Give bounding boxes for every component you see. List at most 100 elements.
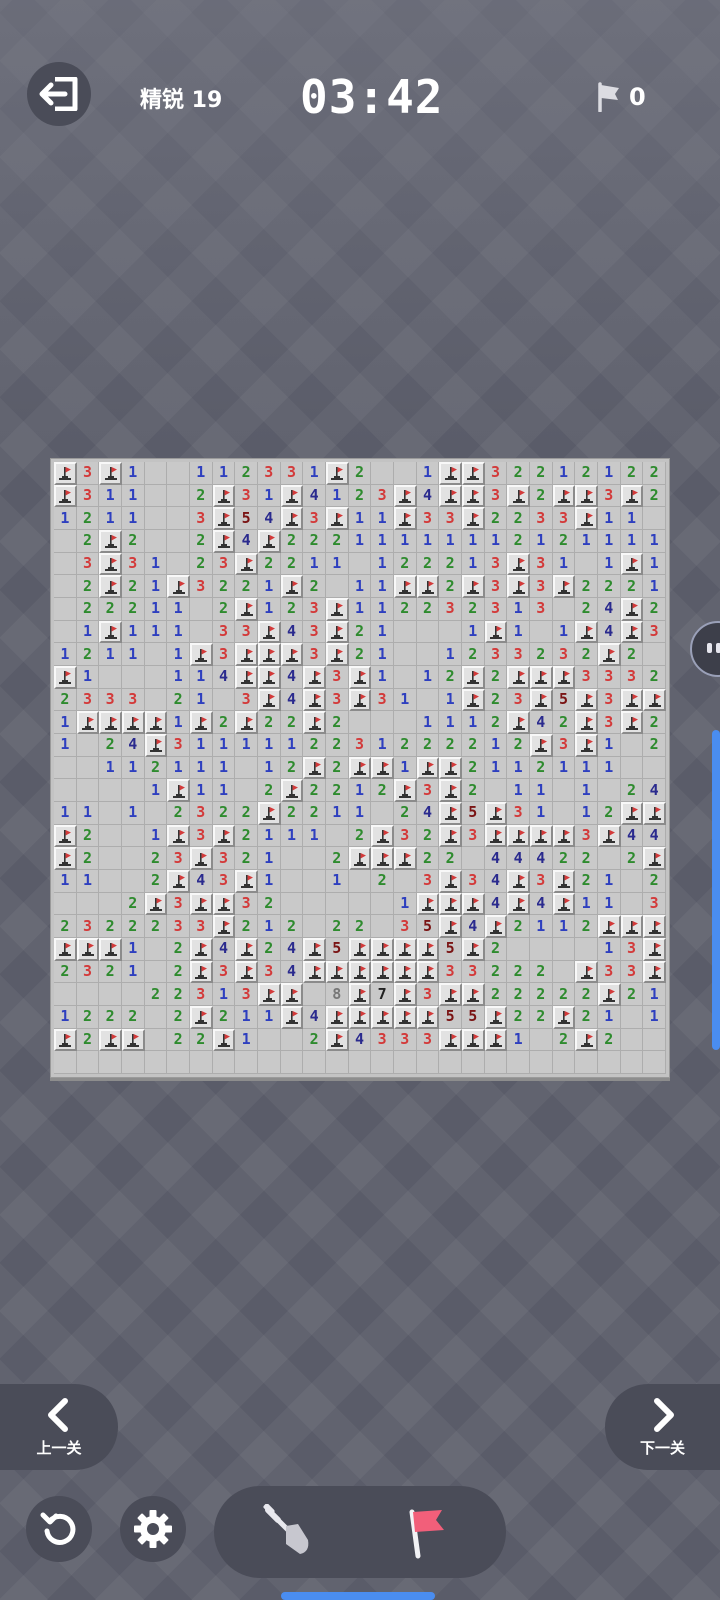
- number-cell[interactable]: 1: [484, 756, 508, 780]
- number-cell[interactable]: 2: [325, 847, 349, 870]
- flagged-cell[interactable]: [235, 665, 258, 689]
- flagged-cell[interactable]: [552, 665, 576, 689]
- number-cell[interactable]: 3: [303, 643, 326, 666]
- number-cell[interactable]: 2: [76, 824, 100, 848]
- empty-cell[interactable]: [620, 869, 644, 893]
- number-cell[interactable]: 1: [76, 869, 100, 893]
- number-cell[interactable]: 2: [167, 960, 190, 984]
- number-cell[interactable]: 1: [121, 756, 145, 780]
- number-cell[interactable]: 3: [189, 824, 213, 848]
- number-cell[interactable]: 2: [325, 529, 349, 553]
- number-cell[interactable]: 4: [461, 915, 485, 938]
- empty-cell[interactable]: [393, 620, 417, 644]
- empty-cell[interactable]: [597, 779, 621, 802]
- number-cell[interactable]: 5: [325, 937, 349, 961]
- number-cell[interactable]: 1: [257, 847, 281, 870]
- number-cell[interactable]: 3: [393, 915, 417, 938]
- empty-cell[interactable]: [393, 462, 417, 485]
- number-cell[interactable]: 1: [643, 529, 666, 553]
- number-cell[interactable]: 1: [303, 552, 326, 576]
- number-cell[interactable]: 4: [235, 529, 258, 553]
- number-cell[interactable]: 2: [643, 462, 666, 485]
- empty-cell[interactable]: [54, 1051, 77, 1074]
- flagged-cell[interactable]: [461, 983, 485, 1006]
- flagged-cell[interactable]: [348, 688, 372, 712]
- number-cell[interactable]: 2: [575, 643, 598, 666]
- empty-cell[interactable]: [54, 983, 77, 1006]
- number-cell[interactable]: 2: [280, 597, 304, 621]
- flagged-cell[interactable]: [552, 484, 576, 508]
- number-cell[interactable]: 4: [303, 1005, 326, 1029]
- number-cell[interactable]: 1: [620, 507, 644, 530]
- number-cell[interactable]: 3: [212, 552, 236, 576]
- number-cell[interactable]: 3: [484, 484, 508, 508]
- flagged-cell[interactable]: [529, 688, 553, 712]
- flagged-cell[interactable]: [507, 711, 530, 734]
- number-cell[interactable]: 1: [371, 529, 394, 553]
- flagged-cell[interactable]: [189, 643, 213, 666]
- number-cell[interactable]: 2: [99, 915, 122, 938]
- number-cell[interactable]: 4: [507, 847, 530, 870]
- number-cell[interactable]: 1: [257, 484, 281, 508]
- number-cell[interactable]: 1: [597, 892, 621, 916]
- number-cell[interactable]: 3: [484, 462, 508, 485]
- number-cell[interactable]: 1: [189, 462, 213, 485]
- flagged-cell[interactable]: [416, 756, 440, 780]
- number-cell[interactable]: 1: [212, 756, 236, 780]
- flagged-cell[interactable]: [552, 869, 576, 893]
- number-cell[interactable]: 2: [575, 575, 598, 598]
- number-cell[interactable]: 3: [507, 801, 530, 825]
- number-cell[interactable]: 1: [507, 756, 530, 780]
- number-cell[interactable]: 3: [597, 711, 621, 734]
- number-cell[interactable]: 3: [393, 824, 417, 848]
- number-cell[interactable]: 1: [597, 869, 621, 893]
- number-cell[interactable]: 2: [76, 1005, 100, 1029]
- number-cell[interactable]: 2: [461, 733, 485, 757]
- flagged-cell[interactable]: [235, 552, 258, 576]
- flagged-cell[interactable]: [461, 937, 485, 961]
- flagged-cell[interactable]: [371, 960, 394, 984]
- number-cell[interactable]: 1: [99, 643, 122, 666]
- flagged-cell[interactable]: [257, 620, 281, 644]
- flagged-cell[interactable]: [54, 484, 77, 508]
- number-cell[interactable]: 4: [529, 847, 553, 870]
- empty-cell[interactable]: [144, 643, 168, 666]
- flagged-cell[interactable]: [575, 1028, 598, 1052]
- flagged-cell[interactable]: [597, 983, 621, 1006]
- number-cell[interactable]: 3: [189, 507, 213, 530]
- flagged-cell[interactable]: [643, 801, 666, 825]
- number-cell[interactable]: 2: [212, 1005, 236, 1029]
- empty-cell[interactable]: [643, 507, 666, 530]
- number-cell[interactable]: 2: [99, 960, 122, 984]
- empty-cell[interactable]: [461, 1051, 485, 1074]
- number-cell[interactable]: 2: [280, 915, 304, 938]
- flagged-cell[interactable]: [167, 824, 190, 848]
- number-cell[interactable]: 5: [416, 915, 440, 938]
- number-cell[interactable]: 1: [121, 801, 145, 825]
- flagged-cell[interactable]: [76, 711, 100, 734]
- number-cell[interactable]: 3: [325, 665, 349, 689]
- number-cell[interactable]: 2: [439, 847, 462, 870]
- empty-cell[interactable]: [54, 529, 77, 553]
- empty-cell[interactable]: [257, 1028, 281, 1052]
- empty-cell[interactable]: [325, 824, 349, 848]
- number-cell[interactable]: 2: [348, 620, 372, 644]
- number-cell[interactable]: 4: [597, 597, 621, 621]
- number-cell[interactable]: 1: [575, 892, 598, 916]
- number-cell[interactable]: 3: [76, 688, 100, 712]
- number-cell[interactable]: 2: [280, 801, 304, 825]
- number-cell[interactable]: 1: [167, 597, 190, 621]
- number-cell[interactable]: 2: [529, 756, 553, 780]
- flagged-cell[interactable]: [280, 983, 304, 1006]
- number-cell[interactable]: 3: [416, 1028, 440, 1052]
- empty-cell[interactable]: [552, 960, 576, 984]
- flagged-cell[interactable]: [99, 552, 122, 576]
- flagged-cell[interactable]: [54, 847, 77, 870]
- number-cell[interactable]: 1: [348, 507, 372, 530]
- empty-cell[interactable]: [54, 756, 77, 780]
- number-cell[interactable]: 3: [212, 620, 236, 644]
- number-cell[interactable]: 2: [280, 529, 304, 553]
- number-cell[interactable]: 2: [575, 597, 598, 621]
- number-cell[interactable]: 2: [144, 915, 168, 938]
- empty-cell[interactable]: [620, 733, 644, 757]
